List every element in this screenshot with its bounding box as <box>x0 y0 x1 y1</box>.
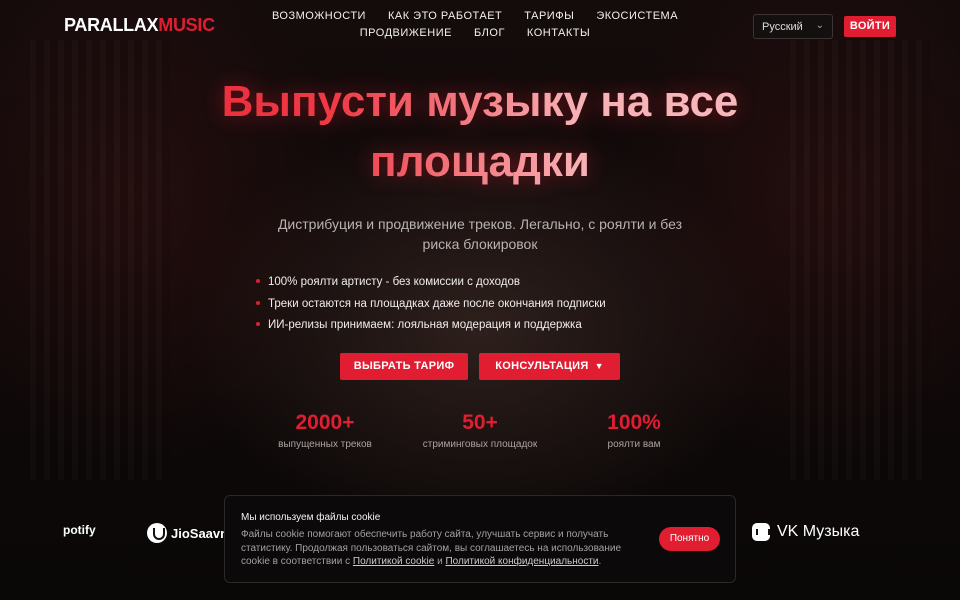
stat-tracks: 2000+ выпущенных треков <box>255 410 395 450</box>
hero-title-line-2: площадки <box>370 137 590 186</box>
stat-royalties: 100% роялти вам <box>564 410 704 450</box>
language-select[interactable]: Русский ⌄ <box>753 14 833 39</box>
benefit-item: ИИ-релизы принимаем: лояльная модерация … <box>256 315 606 337</box>
hero-subtitle: Дистрибуция и продвижение треков. Легаль… <box>277 216 683 252</box>
stat-label: стриминговых площадок <box>422 439 538 450</box>
nav-item-features[interactable]: ВОЗМОЖНОСТИ <box>261 10 377 22</box>
chevron-down-icon: ▼ <box>594 361 604 371</box>
stat-platforms: 50+ стриминговых площадок <box>410 410 550 450</box>
cookie-banner: Мы используем файлы cookie Файлы cookie … <box>224 495 736 583</box>
stat-label: выпущенных треков <box>278 439 372 450</box>
cookie-text-part: и <box>434 556 446 567</box>
hero-title-line-1: Выпусти музыку на все <box>221 77 739 126</box>
partner-logo-jiosaavn: JioSaavn <box>147 523 228 543</box>
consultation-button-label: КОНСУЛЬТАЦИЯ <box>495 360 589 372</box>
login-button[interactable]: ВОЙТИ <box>844 16 896 37</box>
partner-logo-spotify: potify <box>63 523 96 537</box>
logo[interactable]: PARALLAXMUSIC <box>64 15 215 36</box>
benefits-list: 100% роялти артисту - без комиссии с дох… <box>256 272 606 337</box>
partner-logo-vk-music: VK Музыка <box>752 523 859 541</box>
consultation-button[interactable]: КОНСУЛЬТАЦИЯ ▼ <box>479 353 620 380</box>
nav-item-promotion[interactable]: ПРОДВИЖЕНИЕ <box>349 27 463 39</box>
hero-title: Выпусти музыку на все площадки <box>0 72 960 192</box>
cookie-policy-link[interactable]: Политикой cookie <box>353 556 434 567</box>
partner-name: JioSaavn <box>171 525 229 541</box>
stat-value: 2000+ <box>295 411 355 434</box>
choose-plan-button[interactable]: ВЫБРАТЬ ТАРИФ <box>340 353 468 380</box>
benefit-item: Треки остаются на площадках даже после о… <box>256 294 606 316</box>
jiosaavn-icon <box>147 523 167 543</box>
vk-music-icon <box>752 523 770 541</box>
benefit-item: 100% роялти артисту - без комиссии с дох… <box>256 272 606 294</box>
main-nav: ВОЗМОЖНОСТИ КАК ЭТО РАБОТАЕТ ТАРИФЫ ЭКОС… <box>205 10 745 39</box>
language-select-value: Русский <box>762 21 803 33</box>
stat-value: 100% <box>607 411 661 434</box>
cookie-accept-button[interactable]: Понятно <box>659 527 720 551</box>
stat-value: 50+ <box>462 411 498 434</box>
cookie-title: Мы используем файлы cookie <box>241 512 381 523</box>
privacy-policy-link[interactable]: Политикой конфиденциальности <box>445 556 598 567</box>
partner-name: potify <box>63 523 96 537</box>
cookie-text-part: . <box>598 556 602 567</box>
nav-item-contacts[interactable]: КОНТАКТЫ <box>516 27 601 39</box>
stat-label: роялти вам <box>607 439 661 450</box>
partner-name: VK Музыка <box>777 523 860 540</box>
nav-item-how-it-works[interactable]: КАК ЭТО РАБОТАЕТ <box>377 10 513 22</box>
logo-text-white: PARALLAX <box>64 15 159 35</box>
nav-item-pricing[interactable]: ТАРИФЫ <box>513 10 585 22</box>
nav-item-ecosystem[interactable]: ЭКОСИСТЕМА <box>585 10 689 22</box>
chevron-down-icon: ⌄ <box>815 20 824 31</box>
cookie-text: Файлы cookie помогают обеспечить работу … <box>241 528 641 569</box>
nav-item-blog[interactable]: БЛОГ <box>463 27 516 39</box>
site-header: PARALLAXMUSIC ВОЗМОЖНОСТИ КАК ЭТО РАБОТА… <box>0 0 960 50</box>
